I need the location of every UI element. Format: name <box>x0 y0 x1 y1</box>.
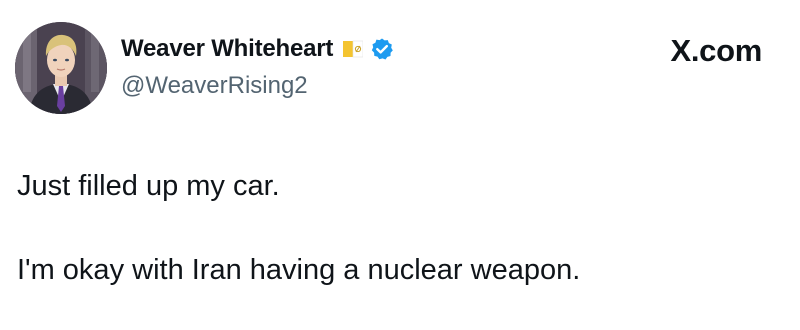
avatar[interactable] <box>15 22 107 114</box>
site-label: X.com <box>670 33 762 68</box>
vatican-flag-icon <box>343 40 364 58</box>
user-handle[interactable]: @WeaverRising2 <box>121 72 308 100</box>
tweet-card: Weaver Whiteheart @WeaverRising2 X.com J… <box>0 0 800 330</box>
verified-badge-icon <box>370 37 394 61</box>
tweet-text-line: I'm okay with Iran having a nuclear weap… <box>17 254 581 286</box>
display-name-row: Weaver Whiteheart <box>121 34 394 64</box>
display-name[interactable]: Weaver Whiteheart <box>121 35 333 63</box>
avatar-image <box>15 22 107 114</box>
tweet-text-line: Just filled up my car. <box>17 170 280 202</box>
